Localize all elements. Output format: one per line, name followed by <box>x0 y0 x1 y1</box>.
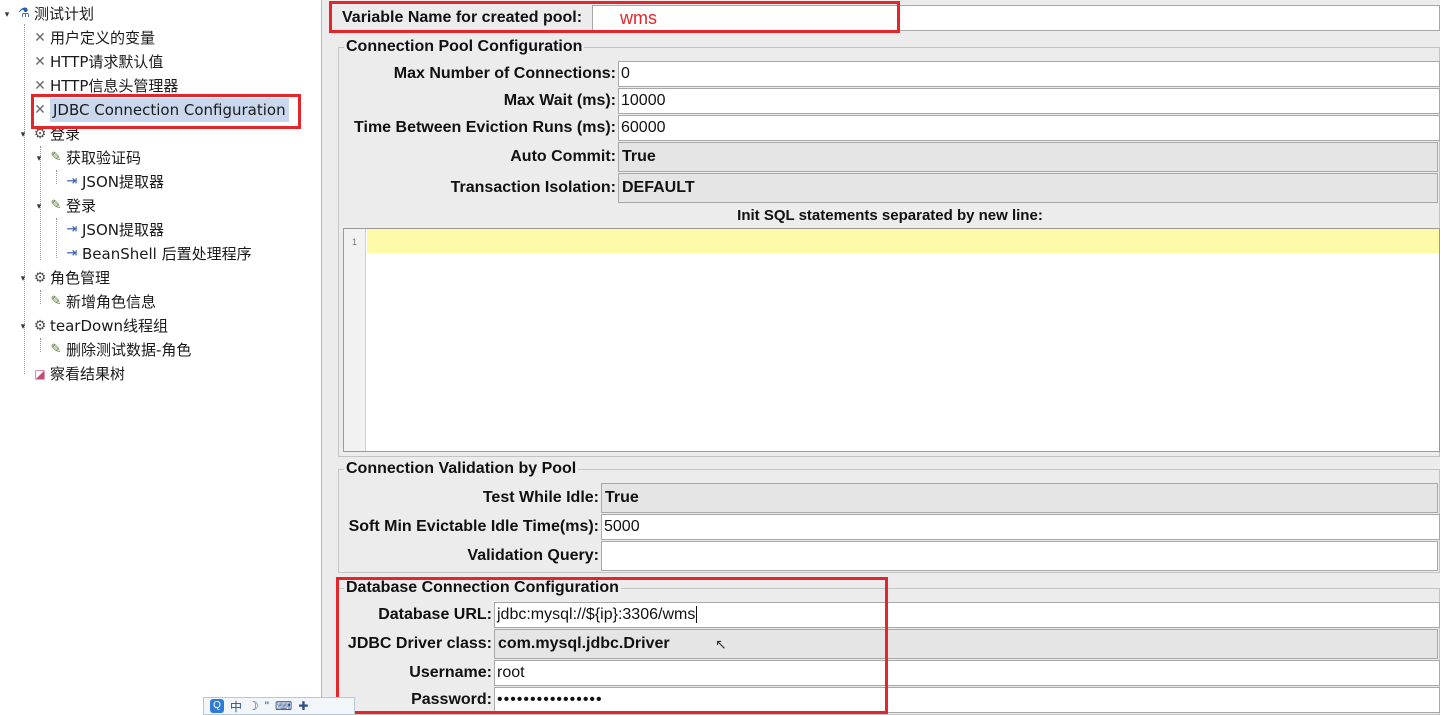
tree-item-label: 新增角色信息 <box>66 293 157 311</box>
ime-mode-toggle[interactable]: 中 <box>230 698 242 715</box>
wrench-icon: ✕ <box>34 54 46 70</box>
gear-icon: ⚙ <box>33 318 47 334</box>
tree-item-login-sampler[interactable]: ✎ 登录 <box>48 194 96 218</box>
wrench-icon: ✕ <box>34 30 46 46</box>
tree-item-label: BeanShell 后置处理程序 <box>82 245 252 263</box>
tree-item-label: 角色管理 <box>50 269 111 287</box>
pipette-icon: ✎ <box>50 294 62 309</box>
tree-item-label: JSON提取器 <box>82 221 164 239</box>
tree-item-label: HTTP请求默认值 <box>50 53 164 71</box>
tree-item-role-management[interactable]: ⚙ 角色管理 <box>32 266 110 290</box>
extractor-icon: ⇥ <box>66 174 78 189</box>
annotation-highlight-box <box>31 94 301 129</box>
tools-icon[interactable]: ✚ <box>298 699 308 713</box>
line-number-gutter: 1 <box>344 229 366 451</box>
tree-guide-line <box>56 218 57 258</box>
tree-item-label: 测试计划 <box>34 5 95 23</box>
max-connections-label: Max Number of Connections: <box>393 65 616 82</box>
ime-toolbar[interactable]: Q 中 ☽ " ⌨ ✚ <box>203 697 355 715</box>
soft-min-evictable-input[interactable]: 5000 <box>601 514 1440 540</box>
pipette-icon: ✎ <box>50 150 62 165</box>
tree-item-delete-test-data[interactable]: ✎ 删除测试数据-角色 <box>48 338 192 362</box>
tree-item-json-extractor[interactable]: ⇥ JSON提取器 <box>64 170 164 194</box>
validation-query-label: Validation Query: <box>467 547 599 564</box>
tree-guide-line <box>56 170 57 184</box>
expand-toggle-icon[interactable]: ▾ <box>18 266 28 290</box>
connection-validation-title: Connection Validation by Pool <box>344 459 579 479</box>
flask-icon: ⚗ <box>18 6 30 21</box>
chart-icon: ◪ <box>34 367 46 381</box>
expand-toggle-icon[interactable]: ▾ <box>18 314 28 338</box>
expand-toggle-icon[interactable]: ▾ <box>2 2 12 26</box>
tree-item-label: 删除测试数据-角色 <box>66 341 192 359</box>
extractor-icon: ⇥ <box>66 222 78 237</box>
expand-toggle-icon[interactable]: ▾ <box>34 146 44 170</box>
expand-toggle-icon[interactable]: ▾ <box>34 194 44 218</box>
tree-item-get-captcha[interactable]: ✎ 获取验证码 <box>48 146 141 170</box>
max-wait-input[interactable]: 10000 <box>618 88 1440 114</box>
tree-item-label: 察看结果树 <box>50 365 126 383</box>
soft-min-evictable-label: Soft Min Evictable Idle Time(ms): <box>348 518 599 535</box>
extractor-icon: ⇥ <box>66 246 78 261</box>
keyboard-icon[interactable]: ⌨ <box>275 699 292 713</box>
auto-commit-label: Auto Commit: <box>510 148 616 165</box>
tree-item-teardown-group[interactable]: ⚙ tearDown线程组 <box>32 314 168 338</box>
tree-item-beanshell[interactable]: ⇥ BeanShell 后置处理程序 <box>64 242 252 266</box>
connection-pool-title: Connection Pool Configuration <box>344 37 585 57</box>
tree-item-view-results-tree[interactable]: ◪ 察看结果树 <box>32 362 125 386</box>
moon-icon[interactable]: ☽ <box>248 699 259 713</box>
eviction-runs-input[interactable]: 60000 <box>618 115 1440 141</box>
ime-logo-icon: Q <box>210 699 224 713</box>
transaction-isolation-select[interactable]: DEFAULT <box>618 173 1438 203</box>
auto-commit-select[interactable]: True <box>618 142 1438 172</box>
max-connections-input[interactable]: 0 <box>618 61 1440 87</box>
pipette-icon: ✎ <box>50 342 62 357</box>
transaction-isolation-label: Transaction Isolation: <box>450 179 616 196</box>
annotation-highlight-box <box>336 577 888 714</box>
test-while-idle-select[interactable]: True <box>601 483 1438 513</box>
tree-guide-line <box>40 338 41 352</box>
punctuation-icon[interactable]: " <box>265 699 269 713</box>
init-sql-editor[interactable]: 1 <box>343 228 1440 452</box>
validation-query-input[interactable] <box>601 541 1438 571</box>
mouse-pointer-icon: ↖ <box>715 636 727 652</box>
tree-item-label: tearDown线程组 <box>50 317 168 335</box>
annotation-highlight-box <box>329 1 900 33</box>
tree-guide-line <box>40 290 41 304</box>
tree-item-label: JSON提取器 <box>82 173 164 191</box>
tree-item-json-extractor[interactable]: ⇥ JSON提取器 <box>64 218 164 242</box>
test-while-idle-label: Test While Idle: <box>482 489 599 506</box>
tree-item-user-variables[interactable]: ✕ 用户定义的变量 <box>32 26 155 50</box>
tree-item-add-role[interactable]: ✎ 新增角色信息 <box>48 290 156 314</box>
tree-item-label: 用户定义的变量 <box>50 29 156 47</box>
tree-item-test-plan[interactable]: ⚗ 测试计划 <box>16 2 94 26</box>
gear-icon: ⚙ <box>33 270 47 286</box>
eviction-runs-label: Time Between Eviction Runs (ms): <box>354 119 616 136</box>
tree-item-label: 登录 <box>66 197 97 215</box>
pipette-icon: ✎ <box>50 198 62 213</box>
tree-item-label: 获取验证码 <box>66 149 142 167</box>
wrench-icon: ✕ <box>34 78 46 94</box>
init-sql-label: Init SQL statements separated by new lin… <box>737 207 1043 224</box>
max-wait-label: Max Wait (ms): <box>503 92 616 109</box>
expand-toggle-icon[interactable]: ▾ <box>18 122 28 146</box>
current-line-highlight <box>367 229 1439 253</box>
tree-item-http-defaults[interactable]: ✕ HTTP请求默认值 <box>32 50 163 74</box>
